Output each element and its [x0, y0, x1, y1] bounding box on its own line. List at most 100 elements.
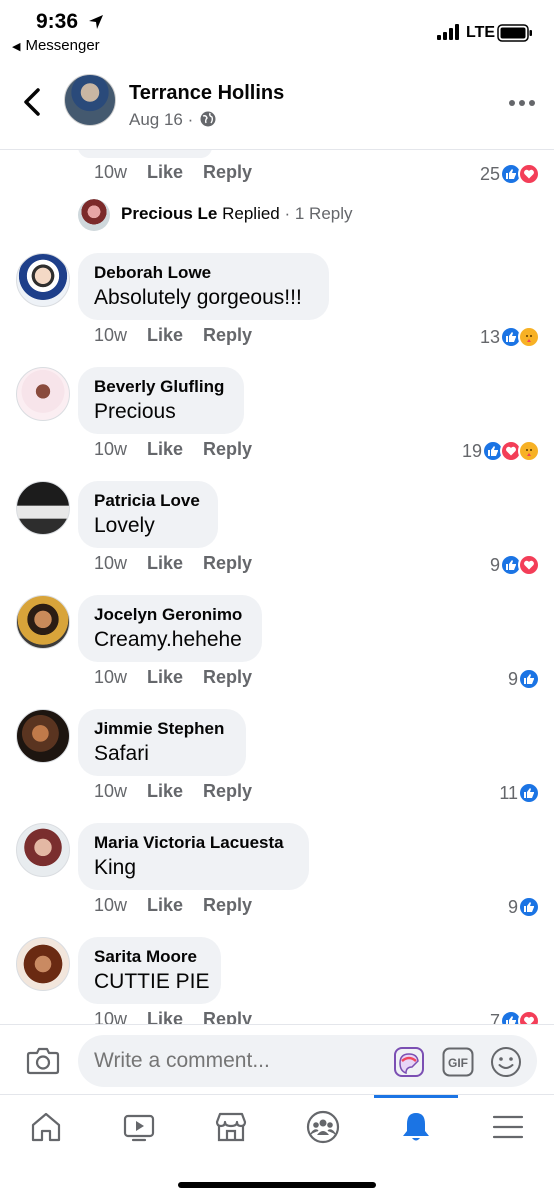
- comment-bubble: Beverly Glufling Precious: [78, 367, 244, 434]
- back-button[interactable]: [18, 86, 46, 118]
- back-to-app-link[interactable]: ◀ Messenger: [12, 37, 100, 54]
- comment-author-name[interactable]: Sarita Moore: [94, 947, 205, 967]
- reply-button[interactable]: Reply: [203, 553, 252, 574]
- marketplace-icon: [215, 1112, 247, 1142]
- back-triangle-icon: ◀: [12, 41, 21, 53]
- like-button[interactable]: Like: [147, 781, 183, 802]
- avatar[interactable]: [16, 937, 70, 991]
- status-time: 9:36: [36, 10, 79, 33]
- reply-button[interactable]: Reply: [203, 439, 252, 460]
- comment-author-name[interactable]: Maria Victoria Lacuesta: [94, 833, 293, 853]
- cellular-signal-icon: [437, 24, 459, 40]
- like-button[interactable]: Like: [147, 667, 183, 688]
- notifications-icon: [403, 1113, 429, 1141]
- reaction-summary[interactable]: 19: [462, 439, 540, 463]
- reaction-count: 11: [499, 782, 518, 803]
- post-author-name[interactable]: Terrance Hollins: [129, 82, 284, 105]
- reply-button[interactable]: Reply: [203, 1009, 252, 1024]
- comment-box: GIF: [78, 1035, 537, 1087]
- menu-icon: [492, 1115, 524, 1139]
- comment-text: Creamy.hehehe: [94, 628, 242, 651]
- reaction-summary[interactable]: 9: [490, 553, 540, 577]
- comment-author-name[interactable]: Jimmie Stephen: [94, 719, 230, 739]
- comment-input[interactable]: [94, 1049, 384, 1073]
- gif-button[interactable]: GIF: [442, 1047, 474, 1077]
- comment-time: 10w: [94, 781, 128, 801]
- reply-button[interactable]: Reply: [203, 325, 252, 346]
- reaction-summary[interactable]: 13: [480, 325, 540, 349]
- comment-time: 10w: [94, 895, 128, 915]
- comment-author-name[interactable]: Beverly Glufling: [94, 377, 228, 397]
- comment-bubble: Jocelyn Geronimo Creamy.hehehe: [78, 595, 262, 662]
- reaction-count: 13: [479, 326, 500, 347]
- tab-notifications[interactable]: [374, 1095, 458, 1159]
- avatar[interactable]: [16, 253, 70, 307]
- comment-item: Patricia Love Lovely 10w Like Reply 9: [0, 481, 554, 595]
- comment-composer: GIF: [0, 1024, 554, 1094]
- avatar-sticker-icon[interactable]: [392, 1045, 426, 1079]
- like-button[interactable]: Like: [147, 895, 183, 916]
- avatar[interactable]: [16, 481, 70, 535]
- like-button[interactable]: Like: [147, 1009, 183, 1024]
- comment-text: Safari: [94, 742, 149, 765]
- reaction-summary[interactable]: 25: [480, 162, 540, 186]
- status-bar: 9:36 ◀ Messenger LTE: [0, 0, 554, 60]
- comment-text: Lovely: [94, 514, 155, 537]
- comment-author-name[interactable]: Jocelyn Geronimo: [94, 605, 246, 625]
- reaction-count: 19: [461, 440, 482, 461]
- post-date: Aug 16 ·: [129, 110, 194, 129]
- emoji-icon[interactable]: [490, 1046, 522, 1078]
- reaction-summary[interactable]: 9: [508, 895, 540, 919]
- like-button[interactable]: Like: [147, 162, 183, 183]
- comment-text: CUTTIE PIE: [94, 970, 210, 993]
- more-options-icon[interactable]: [508, 98, 536, 108]
- reaction-summary[interactable]: 9: [508, 667, 540, 691]
- gif-icon: GIF: [442, 1047, 474, 1077]
- avatar[interactable]: [16, 595, 70, 649]
- comment-time: 10w: [94, 325, 128, 345]
- reaction-summary[interactable]: 11: [499, 781, 540, 805]
- groups-icon: [306, 1110, 340, 1144]
- avatar[interactable]: [16, 367, 70, 421]
- like-reaction-icon: [518, 668, 540, 690]
- reply-count: · 1 Reply: [284, 204, 353, 223]
- avatar[interactable]: [16, 709, 70, 763]
- replied-label: Replied: [222, 204, 280, 223]
- reply-button[interactable]: Reply: [203, 162, 252, 183]
- tab-watch[interactable]: [97, 1095, 181, 1159]
- like-button[interactable]: Like: [147, 553, 183, 574]
- like-button[interactable]: Like: [147, 439, 183, 460]
- reply-button[interactable]: Reply: [203, 781, 252, 802]
- tab-marketplace[interactable]: [189, 1095, 273, 1159]
- avatar[interactable]: [16, 823, 70, 877]
- love-reaction-icon: [518, 1010, 540, 1024]
- love-reaction-icon: [518, 554, 540, 576]
- love-reaction-icon: [518, 163, 540, 185]
- reply-button[interactable]: Reply: [203, 895, 252, 916]
- comment-author-name[interactable]: Deborah Lowe: [94, 263, 313, 283]
- comment-bubble: Deborah Lowe Absolutely gorgeous!!!: [78, 253, 329, 320]
- care-reaction-icon: [518, 440, 540, 462]
- comment-bubble: Sarita Moore CUTTIE PIE: [78, 937, 221, 1004]
- comment-item: Jimmie Stephen Safari 10w Like Reply 11: [0, 709, 554, 823]
- like-reaction-icon: [518, 896, 540, 918]
- tab-home[interactable]: [4, 1095, 88, 1159]
- like-button[interactable]: Like: [147, 325, 183, 346]
- reaction-count: 7: [489, 1010, 500, 1025]
- gif-label: GIF: [448, 1056, 468, 1070]
- like-reaction-icon: [518, 782, 540, 804]
- comment-item: Jocelyn Geronimo Creamy.hehehe 10w Like …: [0, 595, 554, 709]
- care-reaction-icon: [518, 326, 540, 348]
- reaction-count: 9: [489, 554, 500, 575]
- globe-icon: [200, 111, 216, 127]
- tab-groups[interactable]: [281, 1095, 365, 1159]
- tab-menu[interactable]: [466, 1095, 550, 1159]
- reply-button[interactable]: Reply: [203, 667, 252, 688]
- avatar[interactable]: [64, 74, 116, 126]
- comment-time: 10w: [94, 1009, 128, 1024]
- comment-text: Precious: [94, 400, 176, 423]
- camera-icon[interactable]: [26, 1045, 60, 1075]
- comment-bubble: [78, 150, 212, 158]
- comment-author-name[interactable]: Patricia Love: [94, 491, 202, 511]
- reaction-summary[interactable]: 7: [490, 1009, 540, 1024]
